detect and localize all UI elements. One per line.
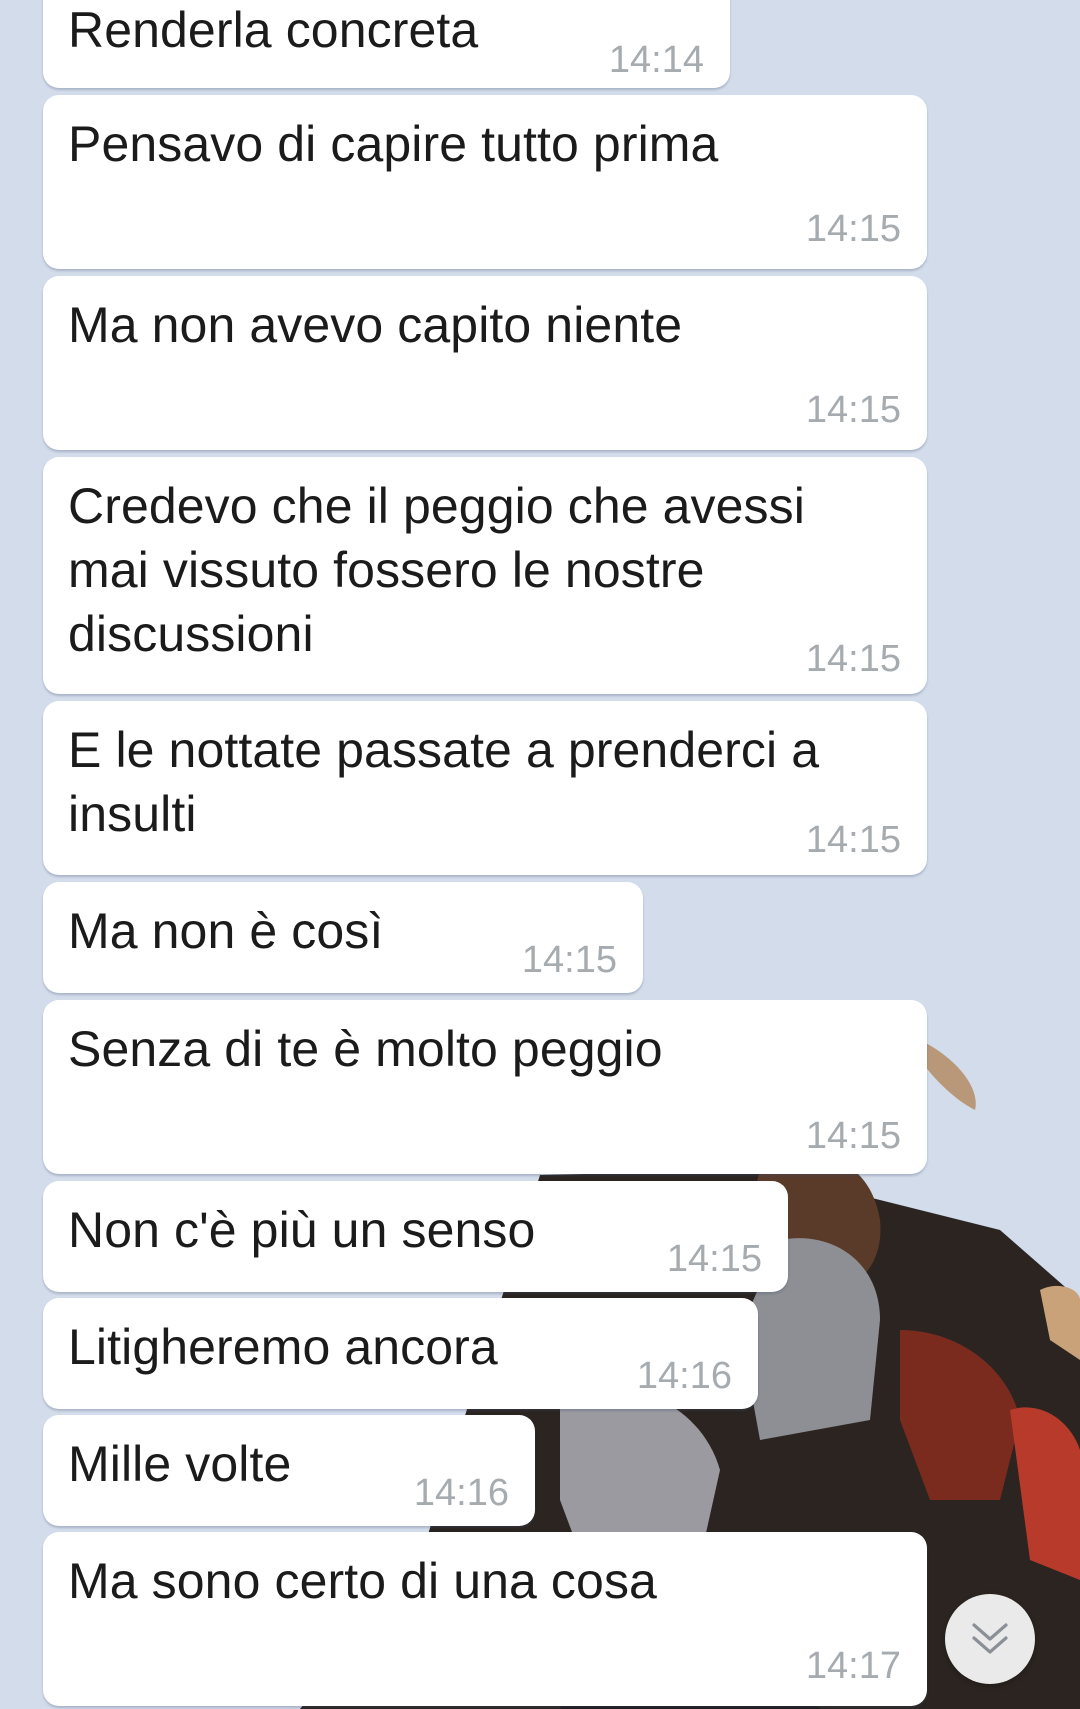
message-timestamp: 14:15 [666,1238,762,1280]
message-bubble[interactable]: Ma non avevo capito niente 14:15 [43,276,927,450]
scroll-to-bottom-button[interactable] [945,1594,1035,1684]
chat-view[interactable]: Renderla concreta 14:14 Pensavo di capir… [0,0,1080,1709]
message-timestamp: 14:14 [608,39,704,81]
message-text: Ma sono certo di una cosa [68,1553,657,1609]
message-timestamp: 14:16 [636,1355,732,1397]
message-text: E le nottate passate a prenderci a insul… [68,722,820,842]
message-bubble[interactable]: Senza di te è molto peggio 14:15 [43,1000,927,1174]
message-bubble[interactable]: Ma sono certo di una cosa 14:17 [43,1532,927,1706]
message-timestamp: 14:15 [805,1115,901,1157]
message-timestamp: 14:15 [805,389,901,431]
message-timestamp: 14:16 [413,1472,509,1514]
message-text: Credevo che il peggio che avessi mai vis… [68,478,805,662]
message-text: Mille volte [68,1436,292,1492]
message-bubble[interactable]: Non c'è più un senso 14:15 [43,1181,788,1292]
message-timestamp: 14:15 [805,638,901,680]
message-bubble[interactable]: Mille volte 14:16 [43,1415,535,1526]
message-text: Ma non avevo capito niente [68,297,683,353]
message-timestamp: 14:15 [805,819,901,861]
message-text: Senza di te è molto peggio [68,1021,663,1077]
message-bubble[interactable]: E le nottate passate a prenderci a insul… [43,701,927,875]
message-text: Pensavo di capire tutto prima [68,116,719,172]
message-timestamp: 14:15 [521,939,617,981]
message-timestamp: 14:17 [805,1645,901,1687]
message-bubble[interactable]: Pensavo di capire tutto prima 14:15 [43,95,927,269]
message-text: Non c'è più un senso [68,1202,536,1258]
message-bubble[interactable]: Ma non è così 14:15 [43,882,643,993]
message-text: Ma non è così [68,903,384,959]
message-text: Renderla concreta [68,2,479,58]
double-chevron-down-icon [972,1623,1008,1654]
message-text: Litigheremo ancora [68,1319,498,1375]
message-bubble[interactable]: Litigheremo ancora 14:16 [43,1298,758,1409]
message-bubble[interactable]: Renderla concreta 14:14 [43,0,730,88]
message-timestamp: 14:15 [805,208,901,250]
message-bubble[interactable]: Credevo che il peggio che avessi mai vis… [43,457,927,694]
